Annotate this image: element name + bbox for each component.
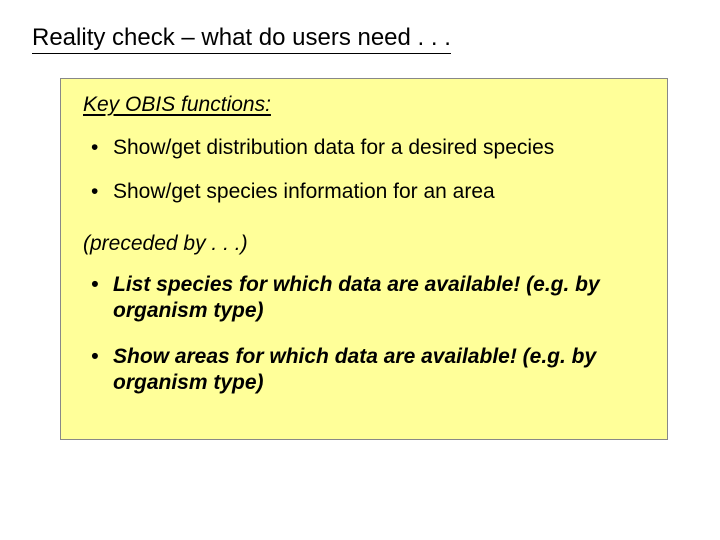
list-item: List species for which data are availabl… xyxy=(83,272,645,325)
list-item: Show/get species information for an area xyxy=(83,179,645,205)
functions-list: Show/get distribution data for a desired… xyxy=(83,135,645,206)
slide-title: Reality check – what do users need . . . xyxy=(32,24,451,54)
list-item: Show areas for which data are available!… xyxy=(83,344,645,397)
list-item: Show/get distribution data for a desired… xyxy=(83,135,645,161)
box-subheading: (preceded by . . .) xyxy=(83,232,645,256)
box-heading: Key OBIS functions: xyxy=(83,93,645,117)
content-box: Key OBIS functions: Show/get distributio… xyxy=(60,78,668,440)
preceded-list: List species for which data are availabl… xyxy=(83,272,645,397)
